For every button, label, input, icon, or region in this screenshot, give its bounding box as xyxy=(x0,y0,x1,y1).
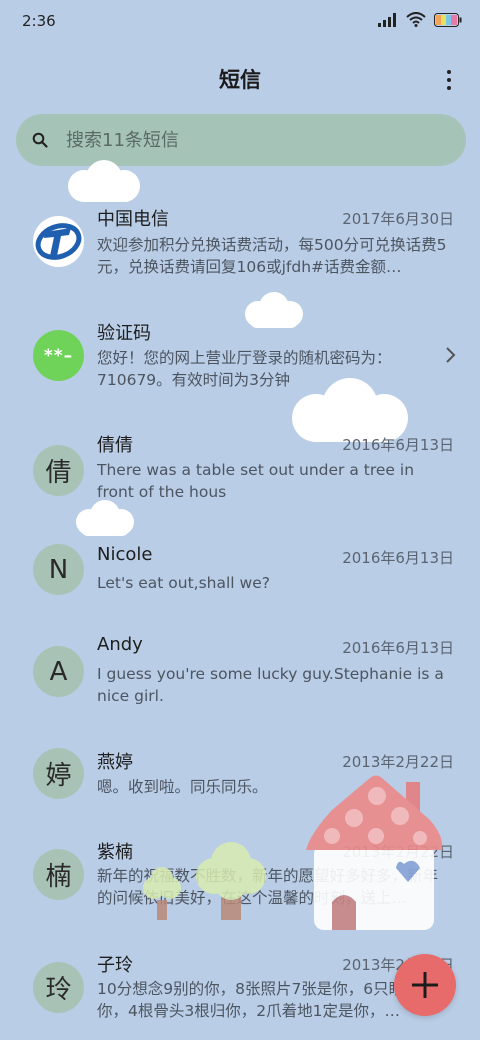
ct-logo-icon xyxy=(33,216,84,267)
contact-avatar: N xyxy=(33,544,84,595)
sender-name: 倩倩 xyxy=(97,435,133,456)
new-message-button[interactable] xyxy=(394,954,456,1016)
page-title: 短信 xyxy=(219,68,261,92)
message-preview: 欢迎参加积分兑换话费活动，每500分可兑换话费5元，兑换话费请回复106或jfd… xyxy=(97,236,447,276)
sender-name: 紫楠 xyxy=(97,842,133,863)
message-date: 2013年2月22日 xyxy=(342,753,454,771)
message-preview: 新年的祝福数不胜数，新年的愿望好多好多，新年的问候依旧美好，在这个温馨的时刻，送… xyxy=(97,867,439,907)
message-preview: I guess you're some lucky guy.Stephanie … xyxy=(97,665,444,705)
more-options-button[interactable] xyxy=(440,66,458,94)
contact-avatar: A xyxy=(33,646,84,697)
message-item[interactable]: N Nicole 2016年6月13日 Let's eat out,shall … xyxy=(0,532,480,620)
contact-avatar: 倩 xyxy=(33,445,84,496)
wifi-icon xyxy=(406,12,426,27)
signal-icon xyxy=(378,12,396,27)
sender-name: Andy xyxy=(97,634,143,655)
status-icons xyxy=(378,12,462,27)
contact-avatar: 楠 xyxy=(33,849,84,900)
message-item[interactable]: 倩 倩倩 2016年6月13日 There was a table set ou… xyxy=(0,418,480,526)
plus-icon xyxy=(412,972,438,998)
message-date: 2016年6月13日 xyxy=(342,549,454,567)
battery-icon xyxy=(434,12,462,27)
contact-avatar: 玲 xyxy=(33,962,84,1013)
verification-code-avatar: **– xyxy=(33,330,84,381)
message-item[interactable]: **– 验证码 您好！您的网上营业厅登录的随机密码为：710679。有效时间为3… xyxy=(0,304,480,412)
message-preview: 嗯。收到啦。同乐同乐。 xyxy=(97,778,268,796)
message-date: 2017年6月30日 xyxy=(342,210,454,228)
more-dot-icon xyxy=(447,78,451,82)
sender-name: 验证码 xyxy=(97,323,151,344)
message-item[interactable]: 楠 紫楠 2013年2月22日 新年的祝福数不胜数，新年的愿望好多好多，新年的问… xyxy=(0,834,480,946)
status-time: 2:36 xyxy=(22,12,56,30)
more-dot-icon xyxy=(447,70,451,74)
title-bar: 短信 xyxy=(0,52,480,104)
message-item[interactable]: 婷 燕婷 2013年2月22日 嗯。收到啦。同乐同乐。 xyxy=(0,738,480,834)
china-telecom-avatar xyxy=(33,216,84,267)
message-item[interactable]: A Andy 2016年6月13日 I guess you're some lu… xyxy=(0,624,480,732)
message-preview: 您好！您的网上营业厅登录的随机密码为：710679。有效时间为3分钟 xyxy=(97,349,392,389)
status-bar: 2:36 xyxy=(0,0,480,44)
search-bar[interactable] xyxy=(16,114,466,166)
sender-name: 燕婷 xyxy=(97,752,133,773)
contact-avatar: 婷 xyxy=(33,748,84,799)
search-input[interactable] xyxy=(64,128,428,152)
search-icon xyxy=(32,131,50,149)
sender-name: 中国电信 xyxy=(97,209,169,230)
sender-name: Nicole xyxy=(97,544,153,565)
message-preview: Let's eat out,shall we? xyxy=(97,574,270,592)
more-dot-icon xyxy=(447,86,451,90)
message-item[interactable]: 中国电信 2017年6月30日 欢迎参加积分兑换话费活动，每500分可兑换话费5… xyxy=(0,188,480,298)
message-date: 2013年2月22日 xyxy=(342,843,454,861)
message-preview: There was a table set out under a tree i… xyxy=(97,461,415,501)
message-date: 2016年6月13日 xyxy=(342,436,454,454)
message-date: 2016年6月13日 xyxy=(342,639,454,657)
chevron-right-icon xyxy=(446,347,456,363)
sender-name: 子玲 xyxy=(97,955,133,976)
